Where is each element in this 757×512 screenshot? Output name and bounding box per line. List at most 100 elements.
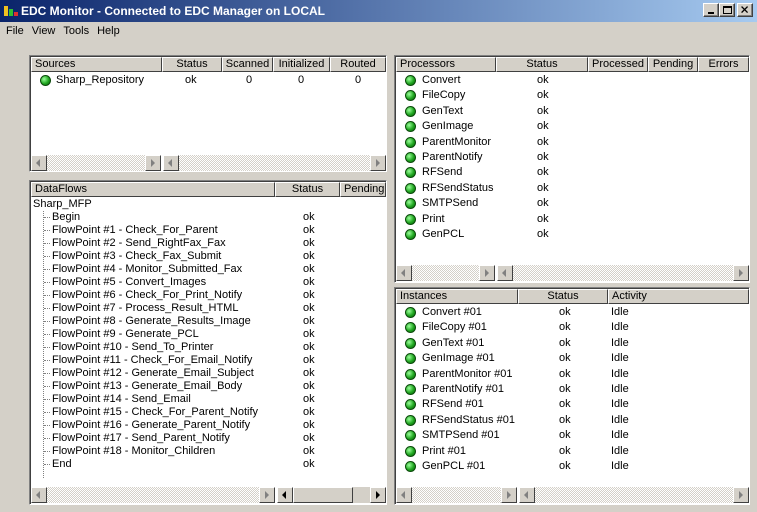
sources-left-scrollbar[interactable] xyxy=(31,155,161,171)
processor-row[interactable]: SMTPSend ok xyxy=(395,197,749,210)
scroll-thumb[interactable] xyxy=(293,487,353,503)
dataflow-row[interactable]: FlowPoint #8 - Generate_Results_Image ok xyxy=(30,315,386,328)
instances-activity-header[interactable]: Activity xyxy=(608,289,749,304)
dataflow-status: ok xyxy=(303,458,315,470)
instances-status-header[interactable]: Status xyxy=(518,289,608,304)
processor-row[interactable]: ParentNotify ok xyxy=(395,151,749,164)
dataflows-status-header[interactable]: Status xyxy=(275,182,340,197)
dataflow-row[interactable]: FlowPoint #2 - Send_RightFax_Fax ok xyxy=(30,237,386,250)
dataflow-row[interactable]: End ok xyxy=(30,458,386,471)
dataflow-row[interactable]: FlowPoint #10 - Send_To_Printer ok xyxy=(30,341,386,354)
instance-row[interactable]: GenText #01 ok Idle xyxy=(395,337,749,350)
dataflow-row[interactable]: FlowPoint #9 - Generate_PCL ok xyxy=(30,328,386,341)
dataflow-root[interactable]: Sharp_MFP xyxy=(33,198,92,211)
processor-row[interactable]: GenText ok xyxy=(395,105,749,118)
scroll-right-button[interactable] xyxy=(733,487,749,503)
dataflow-name: FlowPoint #5 - Convert_Images xyxy=(52,276,207,288)
scroll-right-button[interactable] xyxy=(370,487,386,503)
processors-right-scrollbar[interactable] xyxy=(497,265,749,281)
dataflow-row[interactable]: FlowPoint #3 - Check_Fax_Submit ok xyxy=(30,250,386,263)
scroll-left-button[interactable] xyxy=(163,155,179,171)
instances-right-scrollbar[interactable] xyxy=(519,487,749,503)
instance-row[interactable]: GenPCL #01 ok Idle xyxy=(395,460,749,473)
menu-file[interactable]: File xyxy=(4,25,30,37)
instance-row[interactable]: GenImage #01 ok Idle xyxy=(395,352,749,365)
instance-row[interactable]: ParentNotify #01 ok Idle xyxy=(395,383,749,396)
processor-row[interactable]: RFSend ok xyxy=(395,166,749,179)
scroll-left-button[interactable] xyxy=(396,265,412,281)
scroll-right-button[interactable] xyxy=(733,265,749,281)
processors-errors-header[interactable]: Errors xyxy=(698,57,749,72)
processor-row[interactable]: GenImage ok xyxy=(395,120,749,133)
sources-row[interactable]: Sharp_Repository ok 0 0 0 xyxy=(30,74,386,87)
instance-row[interactable]: ParentMonitor #01 ok Idle xyxy=(395,368,749,381)
processors-left-scrollbar[interactable] xyxy=(396,265,495,281)
dataflow-row[interactable]: FlowPoint #1 - Check_For_Parent ok xyxy=(30,224,386,237)
title-bar[interactable]: EDC Monitor - Connected to EDC Manager o… xyxy=(0,0,757,22)
processors-header[interactable]: Processors xyxy=(396,57,496,72)
instance-row[interactable]: RFSend #01 ok Idle xyxy=(395,398,749,411)
processor-row[interactable]: ParentMonitor ok xyxy=(395,136,749,149)
processors-status-header[interactable]: Status xyxy=(496,57,588,72)
dataflow-row[interactable]: FlowPoint #4 - Monitor_Submitted_Fax ok xyxy=(30,263,386,276)
dataflow-row[interactable]: Begin ok xyxy=(30,211,386,224)
instance-status: ok xyxy=(559,306,571,318)
dataflow-row[interactable]: FlowPoint #11 - Check_For_Email_Notify ok xyxy=(30,354,386,367)
instances-left-scrollbar[interactable] xyxy=(396,487,517,503)
sources-status-header[interactable]: Status xyxy=(162,57,222,72)
processor-row[interactable]: Convert ok xyxy=(395,74,749,87)
processor-row[interactable]: RFSendStatus ok xyxy=(395,182,749,195)
scroll-left-button[interactable] xyxy=(497,265,513,281)
dataflow-row[interactable]: FlowPoint #18 - Monitor_Children ok xyxy=(30,445,386,458)
dataflow-row[interactable]: FlowPoint #14 - Send_Email ok xyxy=(30,393,386,406)
instance-activity: Idle xyxy=(611,398,629,411)
processor-row[interactable]: Print ok xyxy=(395,213,749,226)
menu-help[interactable]: Help xyxy=(95,25,126,37)
instance-status: ok xyxy=(559,398,571,411)
dataflow-row[interactable]: FlowPoint #16 - Generate_Parent_Notify ok xyxy=(30,419,386,432)
sources-routed-header[interactable]: Routed xyxy=(330,57,386,72)
instance-name: ParentNotify #01 xyxy=(422,383,504,395)
scroll-left-button[interactable] xyxy=(396,487,412,503)
close-button[interactable] xyxy=(737,3,753,17)
scroll-left-button[interactable] xyxy=(277,487,293,503)
dataflow-name: FlowPoint #16 - Generate_Parent_Notify xyxy=(52,419,251,431)
processors-pending-header[interactable]: Pending xyxy=(648,57,698,72)
scroll-left-button[interactable] xyxy=(519,487,535,503)
sources-right-scrollbar[interactable] xyxy=(163,155,386,171)
instances-header[interactable]: Instances xyxy=(396,289,518,304)
instance-row[interactable]: Convert #01 ok Idle xyxy=(395,306,749,319)
sources-initialized-header[interactable]: Initialized xyxy=(273,57,330,72)
dataflows-left-scrollbar[interactable] xyxy=(31,487,275,503)
dataflow-row[interactable]: FlowPoint #5 - Convert_Images ok xyxy=(30,276,386,289)
instance-row[interactable]: FileCopy #01 ok Idle xyxy=(395,321,749,334)
dataflow-row[interactable]: FlowPoint #7 - Process_Result_HTML ok xyxy=(30,302,386,315)
processor-row[interactable]: FileCopy ok xyxy=(395,89,749,102)
scroll-right-button[interactable] xyxy=(259,487,275,503)
minimize-button[interactable] xyxy=(703,3,719,17)
dataflows-right-scrollbar[interactable] xyxy=(277,487,386,503)
dataflow-row[interactable]: FlowPoint #6 - Check_For_Print_Notify ok xyxy=(30,289,386,302)
dataflow-row[interactable]: FlowPoint #12 - Generate_Email_Subject ok xyxy=(30,367,386,380)
dataflow-row[interactable]: FlowPoint #17 - Send_Parent_Notify ok xyxy=(30,432,386,445)
processors-processed-header[interactable]: Processed xyxy=(588,57,648,72)
dataflow-row[interactable]: FlowPoint #15 - Check_For_Parent_Notify o… xyxy=(30,406,386,419)
sources-header[interactable]: Sources xyxy=(31,57,162,72)
scroll-left-button[interactable] xyxy=(31,487,47,503)
sources-scanned-header[interactable]: Scanned xyxy=(222,57,273,72)
menu-tools[interactable]: Tools xyxy=(61,25,95,37)
dataflows-pending-header[interactable]: Pending xyxy=(340,182,386,197)
scroll-right-button[interactable] xyxy=(501,487,517,503)
menu-view[interactable]: View xyxy=(30,25,62,37)
maximize-button[interactable] xyxy=(719,3,735,17)
scroll-left-button[interactable] xyxy=(31,155,47,171)
instance-row[interactable]: SMTPSend #01 ok Idle xyxy=(395,429,749,442)
dataflows-header[interactable]: DataFlows xyxy=(31,182,275,197)
dataflow-row[interactable]: FlowPoint #13 - Generate_Email_Body ok xyxy=(30,380,386,393)
instance-row[interactable]: RFSendStatus #01 ok Idle xyxy=(395,414,749,427)
scroll-right-button[interactable] xyxy=(145,155,161,171)
processor-row[interactable]: GenPCL ok xyxy=(395,228,749,241)
scroll-right-button[interactable] xyxy=(370,155,386,171)
scroll-right-button[interactable] xyxy=(479,265,495,281)
instance-row[interactable]: Print #01 ok Idle xyxy=(395,445,749,458)
